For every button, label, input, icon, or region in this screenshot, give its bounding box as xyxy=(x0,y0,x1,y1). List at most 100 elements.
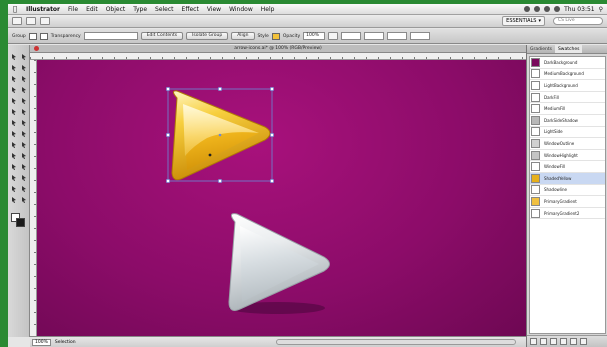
swatch-chip xyxy=(531,208,540,218)
bluetooth-icon[interactable] xyxy=(534,6,541,12)
symbol-sprayer-tool-icon[interactable] xyxy=(10,174,18,182)
rotate-tool-icon[interactable] xyxy=(10,119,18,127)
swatch-chip xyxy=(531,196,540,206)
swatch-row[interactable]: MediumFill xyxy=(530,103,605,115)
swatch-row[interactable]: PrimaryGradient xyxy=(530,196,605,208)
perspective-tool-icon[interactable] xyxy=(20,141,28,149)
document-tab[interactable]: arrow-icons.ai* @ 100% (RGB/Preview) xyxy=(30,45,526,53)
paintbrush-tool-icon[interactable] xyxy=(10,97,18,105)
menu-select[interactable]: Select xyxy=(151,6,178,13)
menu-edit[interactable]: Edit xyxy=(82,6,102,13)
mesh-tool-icon[interactable] xyxy=(10,152,18,160)
menu-window[interactable]: Window xyxy=(225,6,257,13)
swatch-row[interactable]: ShadedYellow xyxy=(530,172,605,185)
swatch-row[interactable]: WindowOutline xyxy=(530,138,605,150)
show-swatch-kinds-icon[interactable] xyxy=(540,338,547,345)
swatch-row[interactable]: DarkSideShadow xyxy=(530,115,605,127)
swatch-options-icon[interactable] xyxy=(550,338,557,345)
fill-stroke-swatches[interactable] xyxy=(11,213,25,227)
y-field[interactable] xyxy=(364,32,385,40)
application-bar: ESSENTIALS ▾ CS Live xyxy=(8,15,607,28)
vertical-ruler[interactable] xyxy=(30,60,37,336)
wifi-icon[interactable] xyxy=(544,6,551,12)
artboard-tool-icon[interactable] xyxy=(10,185,18,193)
style-swatch[interactable] xyxy=(271,32,280,40)
menu-object[interactable]: Object xyxy=(102,6,130,13)
swatch-row[interactable]: MediumBackground xyxy=(530,69,605,81)
swatch-row[interactable]: PrimaryGradient2 xyxy=(530,208,605,220)
width-tool-icon[interactable] xyxy=(10,130,18,138)
zoom-tool-icon[interactable] xyxy=(20,196,28,204)
edit-contents-button[interactable]: Edit Contents xyxy=(140,32,184,40)
workspace-switcher[interactable]: ESSENTIALS ▾ xyxy=(502,16,545,26)
sync-icon[interactable] xyxy=(524,6,531,12)
free-transform-tool-icon[interactable] xyxy=(20,130,28,138)
volume-icon[interactable] xyxy=(554,6,561,12)
swatch-row[interactable]: LightBackground xyxy=(530,80,605,92)
delete-swatch-icon[interactable] xyxy=(580,338,587,345)
swatch-name: MediumFill xyxy=(544,106,566,112)
swatch-row[interactable]: DarkFill xyxy=(530,92,605,104)
type-tool-icon[interactable] xyxy=(20,75,28,83)
swatch-libraries-icon[interactable] xyxy=(530,338,537,345)
menu-effect[interactable]: Effect xyxy=(178,6,203,13)
swatch-row[interactable]: Shadowline xyxy=(530,185,605,197)
tab-swatches[interactable]: Swatches xyxy=(554,45,583,53)
line-tool-icon[interactable] xyxy=(10,86,18,94)
new-color-group-icon[interactable] xyxy=(560,338,567,345)
fill-swatch[interactable] xyxy=(28,32,37,40)
transform-icon[interactable] xyxy=(328,32,339,40)
menu-file[interactable]: File xyxy=(64,6,82,13)
opacity-field[interactable]: 100% xyxy=(303,32,326,40)
cs-live-search[interactable]: CS Live xyxy=(553,17,603,25)
swatch-name: WindowFill xyxy=(544,164,566,170)
eyedropper-tool-icon[interactable] xyxy=(10,163,18,171)
lasso-tool-icon[interactable] xyxy=(20,64,28,72)
isolate-group-button[interactable]: Isolate Group xyxy=(186,32,229,40)
gradient-tool-icon[interactable] xyxy=(20,152,28,160)
stroke-weight-field[interactable] xyxy=(83,32,138,40)
hand-tool-icon[interactable] xyxy=(10,196,18,204)
scale-tool-icon[interactable] xyxy=(20,119,28,127)
rectangle-tool-icon[interactable] xyxy=(20,86,28,94)
stroke-swatch[interactable] xyxy=(39,32,48,40)
clock[interactable]: Thu 03:51 xyxy=(564,6,594,13)
height-field[interactable] xyxy=(410,32,431,40)
blend-tool-icon[interactable] xyxy=(20,163,28,171)
pencil-tool-icon[interactable] xyxy=(20,97,28,105)
artboard-canvas[interactable] xyxy=(37,60,526,336)
swatch-row[interactable]: DarkBackground xyxy=(530,57,605,69)
swatch-row[interactable]: LightSide xyxy=(530,127,605,139)
align-button[interactable]: Align xyxy=(231,32,255,40)
width-field[interactable] xyxy=(387,32,408,40)
menu-view[interactable]: View xyxy=(203,6,225,13)
zoom-field[interactable]: 100% xyxy=(32,338,51,346)
shape-builder-tool-icon[interactable] xyxy=(10,141,18,149)
arrange-documents-button[interactable] xyxy=(26,17,36,25)
new-swatch-icon[interactable] xyxy=(570,338,577,345)
screen-mode-button[interactable] xyxy=(40,17,50,25)
silver-play-icon[interactable] xyxy=(228,213,330,314)
stroke-label[interactable]: Transparency xyxy=(51,34,81,39)
eraser-tool-icon[interactable] xyxy=(20,108,28,116)
pen-tool-icon[interactable] xyxy=(10,75,18,83)
swatch-row[interactable]: WindowFill xyxy=(530,161,605,173)
slice-tool-icon[interactable] xyxy=(20,185,28,193)
menu-type[interactable]: Type xyxy=(129,6,151,13)
graph-tool-icon[interactable] xyxy=(20,174,28,182)
swatch-row[interactable]: WindowHighlight xyxy=(530,150,605,162)
direct-selection-tool-icon[interactable] xyxy=(20,53,28,61)
status-text[interactable]: Selection xyxy=(55,340,76,345)
x-field[interactable] xyxy=(341,32,362,40)
horizontal-ruler[interactable] xyxy=(30,53,526,60)
menu-help[interactable]: Help xyxy=(257,6,279,13)
bridge-button[interactable] xyxy=(12,17,22,25)
selection-tool-icon[interactable] xyxy=(10,53,18,61)
blob-brush-tool-icon[interactable] xyxy=(10,108,18,116)
horizontal-scrollbar[interactable] xyxy=(276,339,516,345)
tab-gradients[interactable]: Gradients xyxy=(527,45,555,53)
menu-app[interactable]: Illustrator xyxy=(22,6,64,13)
magic-wand-tool-icon[interactable] xyxy=(10,64,18,72)
spotlight-icon[interactable]: ⚲ xyxy=(599,6,603,13)
apple-menu-icon[interactable]:  xyxy=(8,5,22,13)
